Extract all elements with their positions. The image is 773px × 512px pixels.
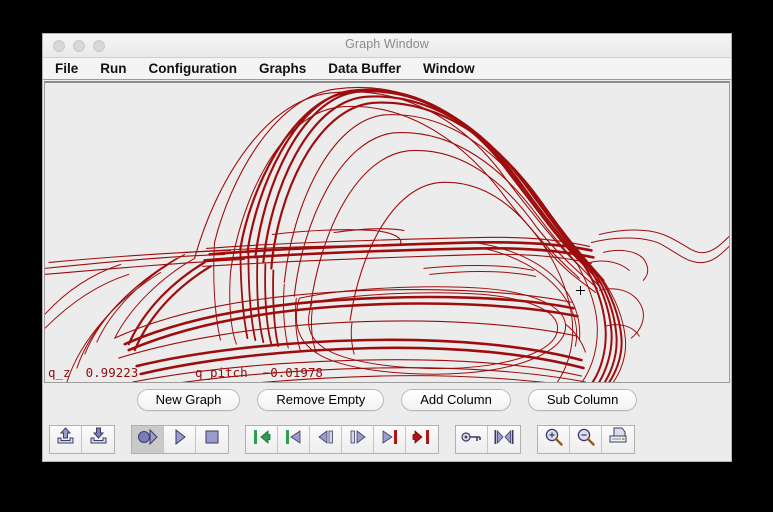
step-run-icon bbox=[137, 428, 159, 451]
print-icon bbox=[608, 427, 628, 451]
goto-end-button[interactable] bbox=[406, 425, 438, 453]
key-icon bbox=[460, 429, 483, 450]
zoom-print-group bbox=[537, 424, 635, 454]
upload-icon bbox=[56, 427, 75, 451]
menu-file[interactable]: File bbox=[55, 61, 78, 76]
file-io-group bbox=[49, 424, 115, 454]
menu-data-buffer[interactable]: Data Buffer bbox=[328, 61, 401, 76]
fast-forward-end-button[interactable] bbox=[374, 425, 406, 453]
collapse-center-button[interactable] bbox=[488, 425, 520, 453]
key-group bbox=[455, 424, 521, 454]
phase-plot-svg bbox=[45, 87, 729, 382]
variable-readout-q-pitch: q_pitch −0.01978 bbox=[195, 365, 323, 380]
menu-window[interactable]: Window bbox=[423, 61, 475, 76]
goto-start-button[interactable] bbox=[246, 425, 278, 453]
title-bar: Graph Window bbox=[43, 34, 731, 58]
toolbar bbox=[43, 417, 731, 461]
menu-bar: File Run Configuration Graphs Data Buffe… bbox=[43, 58, 731, 80]
download-button[interactable] bbox=[82, 425, 114, 453]
play-button[interactable] bbox=[164, 425, 196, 453]
step-forward-icon bbox=[348, 428, 368, 451]
plot-area[interactable]: q_z 0.99223 q_pitch −0.01978 bbox=[44, 81, 730, 383]
step-forward-button[interactable] bbox=[342, 425, 374, 453]
upload-button[interactable] bbox=[50, 425, 82, 453]
variable-readout-q-z: q_z 0.99223 bbox=[48, 365, 139, 380]
sub-column-button[interactable]: Sub Column bbox=[527, 389, 638, 411]
navigation-group bbox=[245, 424, 439, 454]
menu-graphs[interactable]: Graphs bbox=[259, 61, 306, 76]
goto-end-icon bbox=[412, 428, 432, 451]
goto-start-icon bbox=[252, 428, 272, 451]
download-icon bbox=[89, 427, 108, 451]
crosshair-cursor bbox=[576, 286, 585, 295]
add-column-button[interactable]: Add Column bbox=[401, 389, 511, 411]
graph-button-row: New Graph Remove Empty Add Column Sub Co… bbox=[43, 383, 731, 417]
graph-window: Graph Window File Run Configuration Grap… bbox=[42, 33, 732, 462]
collapse-center-icon bbox=[493, 428, 515, 451]
step-run-button[interactable] bbox=[132, 425, 164, 453]
fast-forward-end-icon bbox=[380, 428, 400, 451]
step-back-icon bbox=[316, 428, 336, 451]
zoom-out-icon bbox=[576, 427, 596, 452]
stop-button[interactable] bbox=[196, 425, 228, 453]
zoom-in-icon bbox=[544, 427, 564, 452]
zoom-out-button[interactable] bbox=[570, 425, 602, 453]
rewind-start-button[interactable] bbox=[278, 425, 310, 453]
step-back-button[interactable] bbox=[310, 425, 342, 453]
stop-icon bbox=[203, 428, 221, 451]
run-control-group bbox=[131, 424, 229, 454]
play-icon bbox=[171, 428, 189, 451]
menu-run[interactable]: Run bbox=[100, 61, 126, 76]
rewind-start-icon bbox=[284, 428, 304, 451]
window-title: Graph Window bbox=[345, 37, 429, 51]
new-graph-button[interactable]: New Graph bbox=[136, 389, 241, 411]
menu-configuration[interactable]: Configuration bbox=[149, 61, 237, 76]
key-button[interactable] bbox=[456, 425, 488, 453]
zoom-in-button[interactable] bbox=[538, 425, 570, 453]
remove-empty-button[interactable]: Remove Empty bbox=[257, 389, 385, 411]
print-button[interactable] bbox=[602, 425, 634, 453]
